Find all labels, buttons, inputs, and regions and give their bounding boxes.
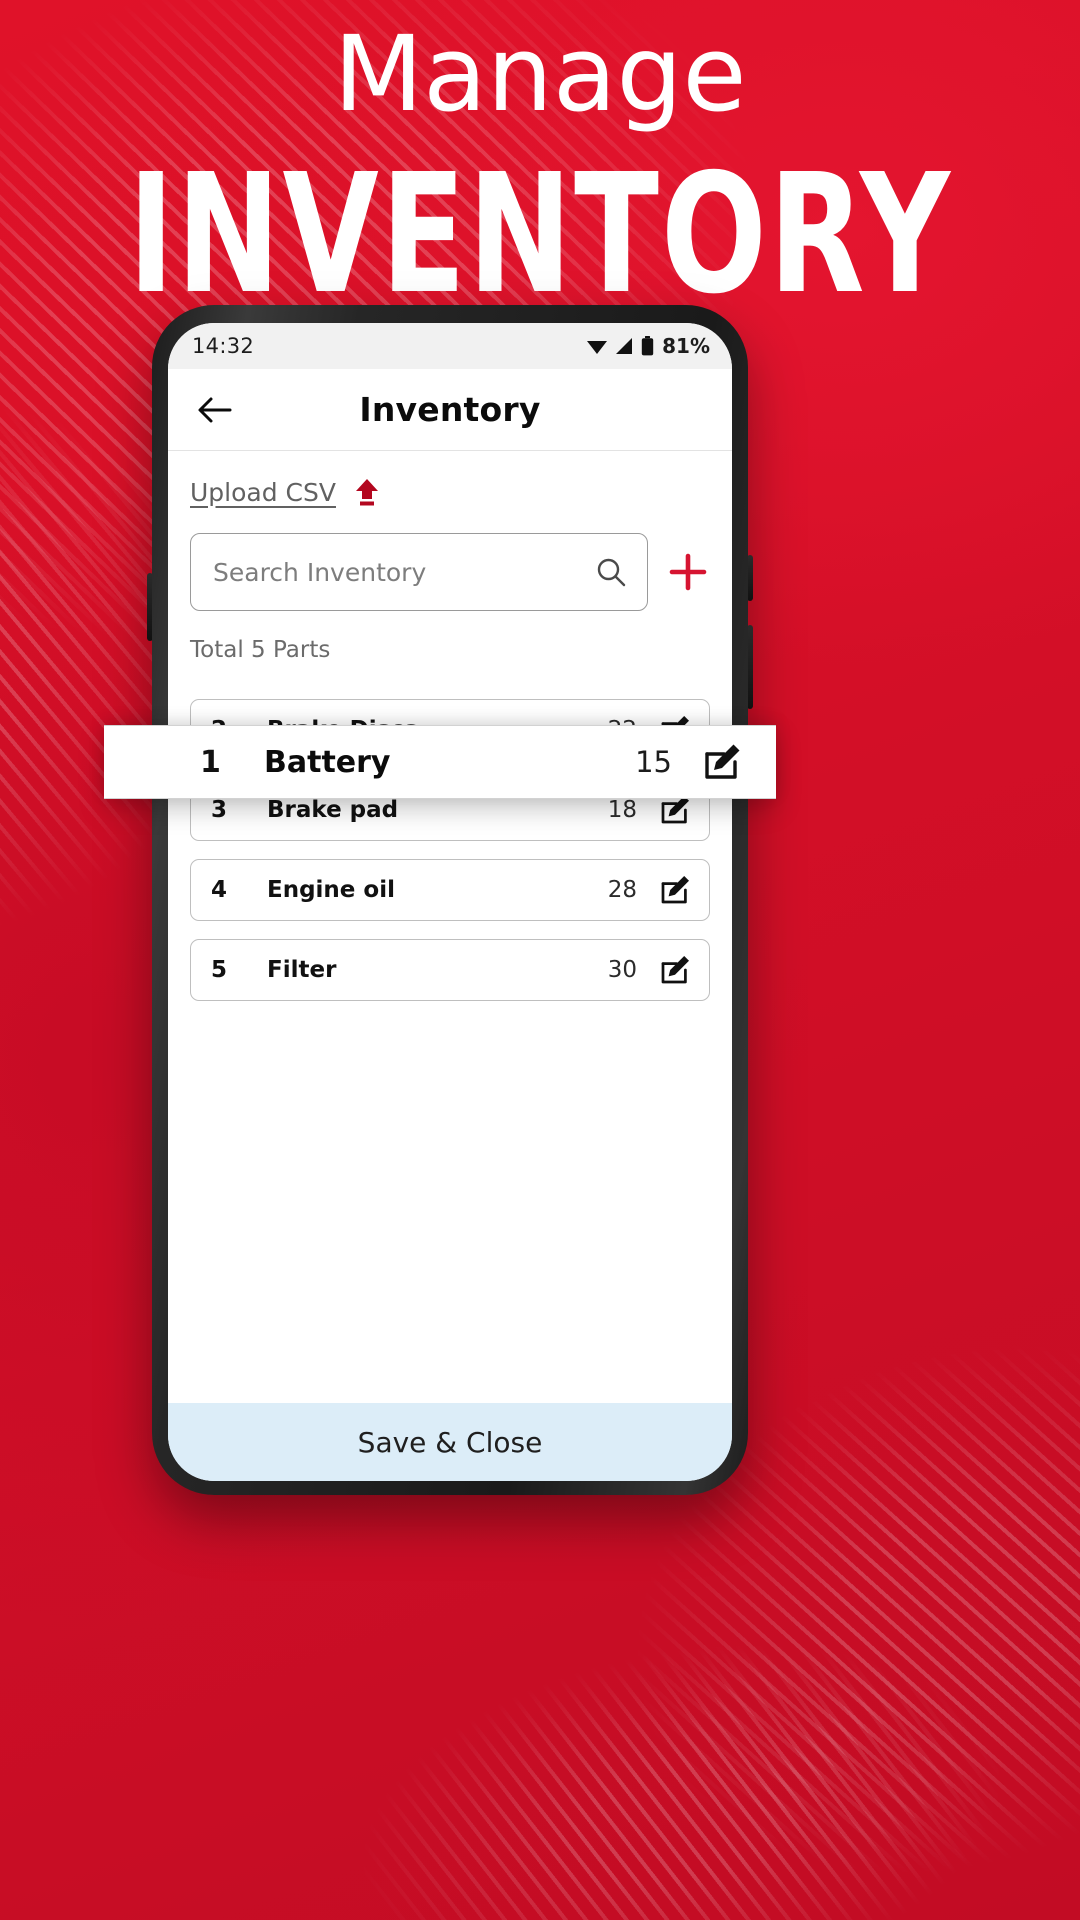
status-clock: 14:32 [192,334,255,358]
search-icon[interactable] [595,556,627,588]
upload-csv-row[interactable]: Upload CSV [190,477,710,507]
wifi-icon [587,341,608,354]
headline: Manage INVENTORY [0,0,1080,317]
edit-icon [705,744,740,779]
status-icons: 81% [586,334,710,358]
headline-line-2: INVENTORY [127,138,953,331]
row-index: 3 [211,797,228,823]
promo-banner: Manage INVENTORY 14:32 81% Inventory Upl… [0,0,1080,1920]
phone-frame: 14:32 81% Inventory Upload CSV Search In… [152,305,748,1495]
headline-line-1: Manage [333,13,747,135]
edit-icon [661,956,689,984]
total-parts-label: Total 5 Parts [190,637,331,663]
row-index: 5 [211,957,228,983]
row-quantity: 28 [607,877,637,903]
edit-icon [661,876,689,904]
save-and-close-button[interactable]: Save & Close [168,1403,732,1481]
upload-csv-link[interactable]: Upload CSV [190,478,336,507]
search-box[interactable] [190,533,648,611]
row-index: 4 [211,877,228,903]
row-part-name: Filter [267,957,337,983]
search-row [190,533,710,611]
status-bar: 14:32 81% [168,323,732,369]
add-part-button[interactable] [666,550,710,594]
row-quantity: 15 [635,745,672,779]
plus-icon [669,553,707,591]
row-part-name: Brake pad [267,797,399,823]
row-quantity: 18 [607,797,637,823]
row-part-name: Engine oil [267,877,395,903]
row-index: 1 [200,744,221,780]
row-quantity: 30 [607,957,637,983]
highlighted-inventory-row[interactable]: 1 Battery 15 [104,725,776,799]
app-bar: Inventory [168,369,732,451]
page-title: Inventory [359,390,541,429]
signal-icon [616,338,633,354]
phone-screen: 14:32 81% Inventory Upload CSV Search In… [168,323,732,1481]
battery-percent: 81% [662,334,710,358]
row-edit-button[interactable] [659,874,691,906]
back-button[interactable] [192,387,238,433]
row-edit-button[interactable] [659,954,691,986]
phone-mockup: 14:32 81% Inventory Upload CSV Search In… [104,305,776,1495]
search-input[interactable] [213,557,595,587]
upload-icon[interactable] [352,477,382,507]
table-row[interactable]: 4 Engine oil 28 [190,859,710,921]
battery-icon [641,336,654,356]
arrow-left-icon [198,397,232,422]
screen-content: Upload CSV Search Inventory Total 5 Part… [168,451,732,1403]
table-row[interactable]: 5 Filter 30 [190,939,710,1001]
row-edit-button[interactable] [702,742,742,782]
row-part-name: Battery [264,744,391,780]
